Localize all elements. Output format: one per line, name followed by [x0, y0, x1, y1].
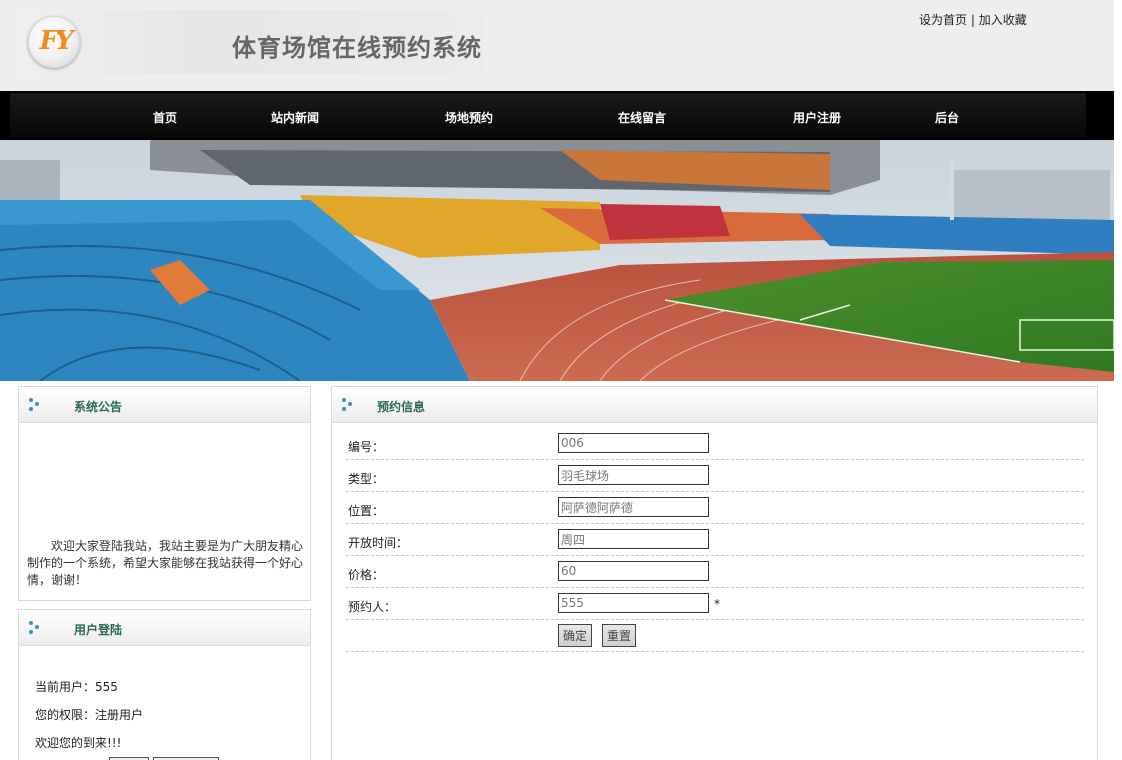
login-panel: 用户登陆 当前用户：555 您的权限：注册用户 欢迎您的到来!!! [18, 609, 311, 760]
price-input[interactable] [558, 561, 709, 581]
notice-panel-header: 系统公告 [19, 387, 310, 423]
current-user: 当前用户：555 [35, 680, 118, 694]
location-label: 位置： [348, 504, 385, 518]
login-panel-header: 用户登陆 [19, 610, 310, 646]
form-row-location: 位置： [346, 492, 1084, 524]
booking-panel-header: 预约信息 [332, 387, 1097, 423]
open-time-input[interactable] [558, 529, 709, 549]
booker-label: 预约人： [348, 600, 397, 614]
site-header: FY 体育场馆在线预约系统 设为首页 | 加入收藏 [0, 0, 1114, 91]
red-seats [600, 204, 730, 240]
nav-item-home[interactable]: 首页 [153, 109, 177, 126]
submit-button[interactable]: 确定 [558, 624, 593, 647]
light-tower [950, 160, 954, 220]
booking-panel: 预约信息 编号： 类型： 位置： 开放时间： 价格： 预约人： * 确定 重置 [331, 386, 1098, 760]
stadium-image [0, 140, 1114, 381]
bullet-icon [29, 619, 43, 635]
reset-button[interactable]: 重置 [602, 624, 637, 647]
booking-title: 预约信息 [377, 400, 426, 414]
site-title: 体育场馆在线预约系统 [232, 33, 482, 62]
nav-bar: 首页 站内新闻 场地预约 在线留言 用户注册 后台 [10, 93, 1086, 138]
stadium-banner [0, 140, 1114, 381]
form-row-id: 编号： [346, 428, 1084, 460]
form-row-type: 类型： [346, 460, 1084, 492]
id-label: 编号： [348, 440, 385, 454]
notice-panel: 系统公告 欢迎大家登陆我站，我站主要是为广大朋友精心制作的一个系统，希望大家能够… [18, 386, 311, 601]
required-mark: * [714, 597, 720, 611]
nav-item-register[interactable]: 用户注册 [793, 109, 841, 126]
login-title: 用户登陆 [74, 623, 123, 637]
user-permission: 您的权限：注册用户 [35, 708, 144, 722]
nav-item-booking[interactable]: 场地预约 [445, 109, 493, 126]
notice-text: 欢迎大家登陆我站，我站主要是为广大朋友精心制作的一个系统，希望大家能够在我站获得… [27, 539, 304, 587]
add-favorite-link[interactable]: 加入收藏 [979, 13, 1027, 27]
nav-item-news[interactable]: 站内新闻 [271, 109, 319, 126]
bullet-icon [29, 396, 43, 412]
top-links: 设为首页 | 加入收藏 [919, 11, 1027, 28]
city-building [0, 160, 60, 200]
top-links-separator: | [970, 13, 975, 27]
city-building [950, 170, 1110, 220]
booker-input[interactable] [558, 593, 709, 613]
form-row-open-time: 开放时间： [346, 524, 1084, 556]
type-input[interactable] [558, 465, 709, 485]
welcome-message: 欢迎您的到来!!! [35, 736, 122, 750]
nav-item-messages[interactable]: 在线留言 [618, 109, 666, 126]
form-row-price: 价格： [346, 556, 1084, 588]
set-home-link[interactable]: 设为首页 [919, 13, 967, 27]
site-logo[interactable]: FY [28, 16, 80, 68]
notice-title: 系统公告 [74, 400, 123, 414]
nav-item-admin[interactable]: 后台 [935, 109, 959, 126]
logo-text: FY [39, 26, 73, 56]
form-row-booker: 预约人： * [346, 588, 1084, 620]
type-label: 类型： [348, 472, 385, 486]
location-input[interactable] [558, 497, 709, 517]
form-row-actions: 确定 重置 [346, 620, 1084, 652]
main-nav: 首页 站内新闻 场地预约 在线留言 用户注册 后台 [0, 91, 1114, 140]
bullet-icon [342, 396, 356, 412]
id-input[interactable] [558, 433, 709, 453]
open-time-label: 开放时间： [348, 536, 409, 550]
price-label: 价格： [348, 568, 385, 582]
